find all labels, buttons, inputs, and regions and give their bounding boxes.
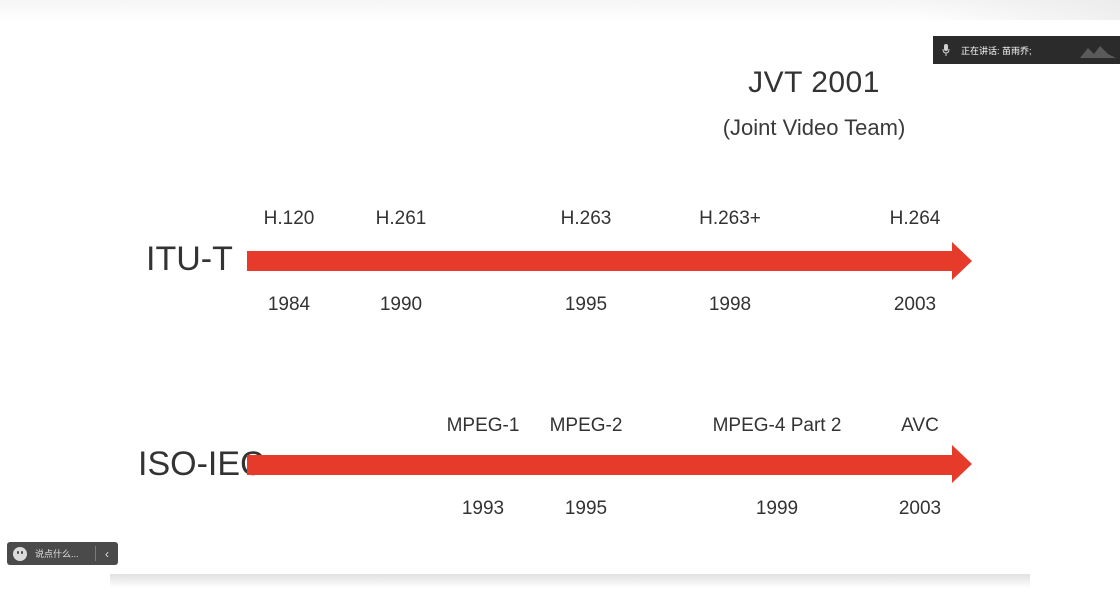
- iso-iec-arrow-head: [952, 445, 972, 483]
- itu-t-arrow-head: [952, 242, 972, 280]
- itu-t-timeline-arrow: [247, 251, 953, 271]
- slide-bottom-shadow: [110, 574, 1030, 588]
- itu-standard: H.264: [889, 208, 941, 229]
- speaking-indicator: 正在讲话: 苗雨乔;: [933, 36, 1120, 64]
- itu-year: 2003: [893, 294, 937, 315]
- emoji-icon[interactable]: [13, 546, 27, 561]
- iso-iec-label: ISO-IEC: [138, 445, 265, 483]
- itu-standard: H.263+: [699, 208, 761, 229]
- speaking-text: 正在讲话: 苗雨乔;: [961, 45, 1032, 56]
- itu-standard: H.261: [375, 208, 427, 229]
- iso-standard: MPEG-4 Part 2: [712, 415, 842, 436]
- iso-standard: MPEG-2: [549, 415, 623, 436]
- itu-year: 1995: [564, 294, 608, 315]
- itu-standard: H.263: [560, 208, 612, 229]
- iso-iec-timeline-arrow: [247, 455, 953, 475]
- iso-year: 1995: [564, 498, 608, 519]
- chat-placeholder[interactable]: 说点什么...: [35, 547, 79, 560]
- signal-icon: [1080, 46, 1116, 58]
- jvt-title: JVT 2001: [748, 66, 880, 99]
- jvt-subtitle: (Joint Video Team): [722, 115, 906, 140]
- chevron-left-icon[interactable]: ‹: [96, 547, 118, 561]
- itu-year: 1990: [379, 294, 423, 315]
- microphone-icon: [941, 43, 951, 57]
- slide-viewer: 正在讲话: 苗雨乔; JVT 2001 (Joint Video Team) I…: [0, 0, 1120, 598]
- watermark: [920, 0, 1120, 20]
- iso-year: 1999: [755, 498, 799, 519]
- iso-standard: AVC: [901, 415, 939, 436]
- iso-year: 2003: [898, 498, 942, 519]
- itu-year: 1998: [708, 294, 752, 315]
- itu-t-label: ITU-T: [146, 240, 233, 278]
- chat-input[interactable]: 说点什么... ‹: [7, 542, 118, 565]
